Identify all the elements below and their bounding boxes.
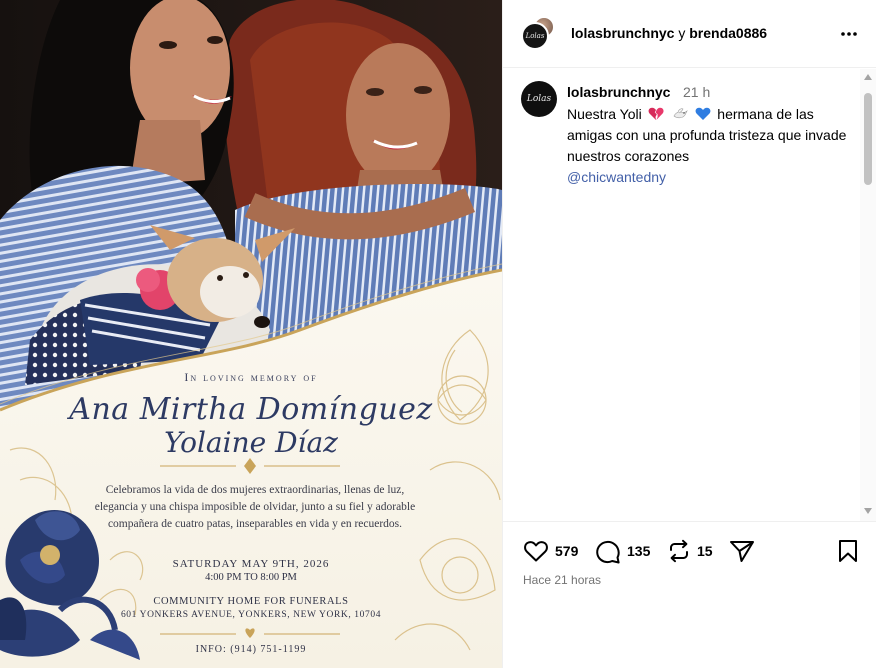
- comment-button[interactable]: 135: [595, 538, 650, 564]
- repost-button[interactable]: 15: [667, 538, 713, 564]
- caption-text: Nuestra Yoli hermana de las amigas con u…: [567, 104, 855, 188]
- scrollbar-thumb[interactable]: [864, 93, 872, 185]
- more-horizontal-icon[interactable]: [839, 26, 859, 42]
- blue-heart-emoji: [695, 107, 711, 120]
- post-authors: lolasbrunchnyc y brenda0886: [571, 25, 767, 41]
- broken-heart-emoji: [648, 107, 664, 120]
- post-sidebar: Lolas lolasbrunchnyc y brenda0886 Lolas …: [502, 0, 876, 668]
- repost-count[interactable]: 15: [697, 543, 713, 559]
- avatar[interactable]: Lolas: [521, 22, 549, 50]
- caption-text-start: Nuestra Yoli: [567, 106, 642, 122]
- heart-icon: [524, 541, 548, 562]
- scroll-down-arrow-icon[interactable]: [863, 507, 873, 515]
- post-timestamp[interactable]: Hace 21 horas: [523, 573, 601, 587]
- post-header: Lolas lolasbrunchnyc y brenda0886: [503, 0, 876, 68]
- comment-count[interactable]: 135: [627, 543, 650, 559]
- dove-emoji: [673, 108, 688, 119]
- comments-scroll-area[interactable]: Lolas lolasbrunchnyc 21 h Nuestra Yoli h…: [503, 69, 876, 521]
- scroll-up-arrow-icon[interactable]: [863, 73, 873, 81]
- send-icon: [730, 541, 754, 562]
- collab-avatars[interactable]: Lolas: [521, 16, 559, 52]
- memorial-photo: [0, 0, 502, 668]
- author-username[interactable]: brenda0886: [689, 25, 767, 41]
- caption-time[interactable]: 21 h: [683, 84, 710, 100]
- scrollbar[interactable]: [860, 69, 876, 521]
- save-button[interactable]: [837, 538, 859, 564]
- post-actions: 579 135 15 Hace 21 horas: [503, 521, 876, 668]
- repost-icon: [670, 539, 688, 563]
- like-button[interactable]: 579: [523, 538, 578, 564]
- bookmark-icon: [839, 540, 857, 562]
- comment-icon: [596, 540, 620, 564]
- author-username[interactable]: lolasbrunchnyc: [571, 25, 674, 41]
- caption-username[interactable]: lolasbrunchnyc: [567, 84, 670, 100]
- like-count[interactable]: 579: [555, 543, 578, 559]
- mention-link[interactable]: @chicwantedny: [567, 167, 855, 188]
- share-button[interactable]: [729, 538, 755, 564]
- avatar[interactable]: Lolas: [521, 81, 557, 117]
- post-image[interactable]: In loving memory of Ana Mirtha Domínguez…: [0, 0, 502, 668]
- author-conjunction: y: [678, 25, 686, 41]
